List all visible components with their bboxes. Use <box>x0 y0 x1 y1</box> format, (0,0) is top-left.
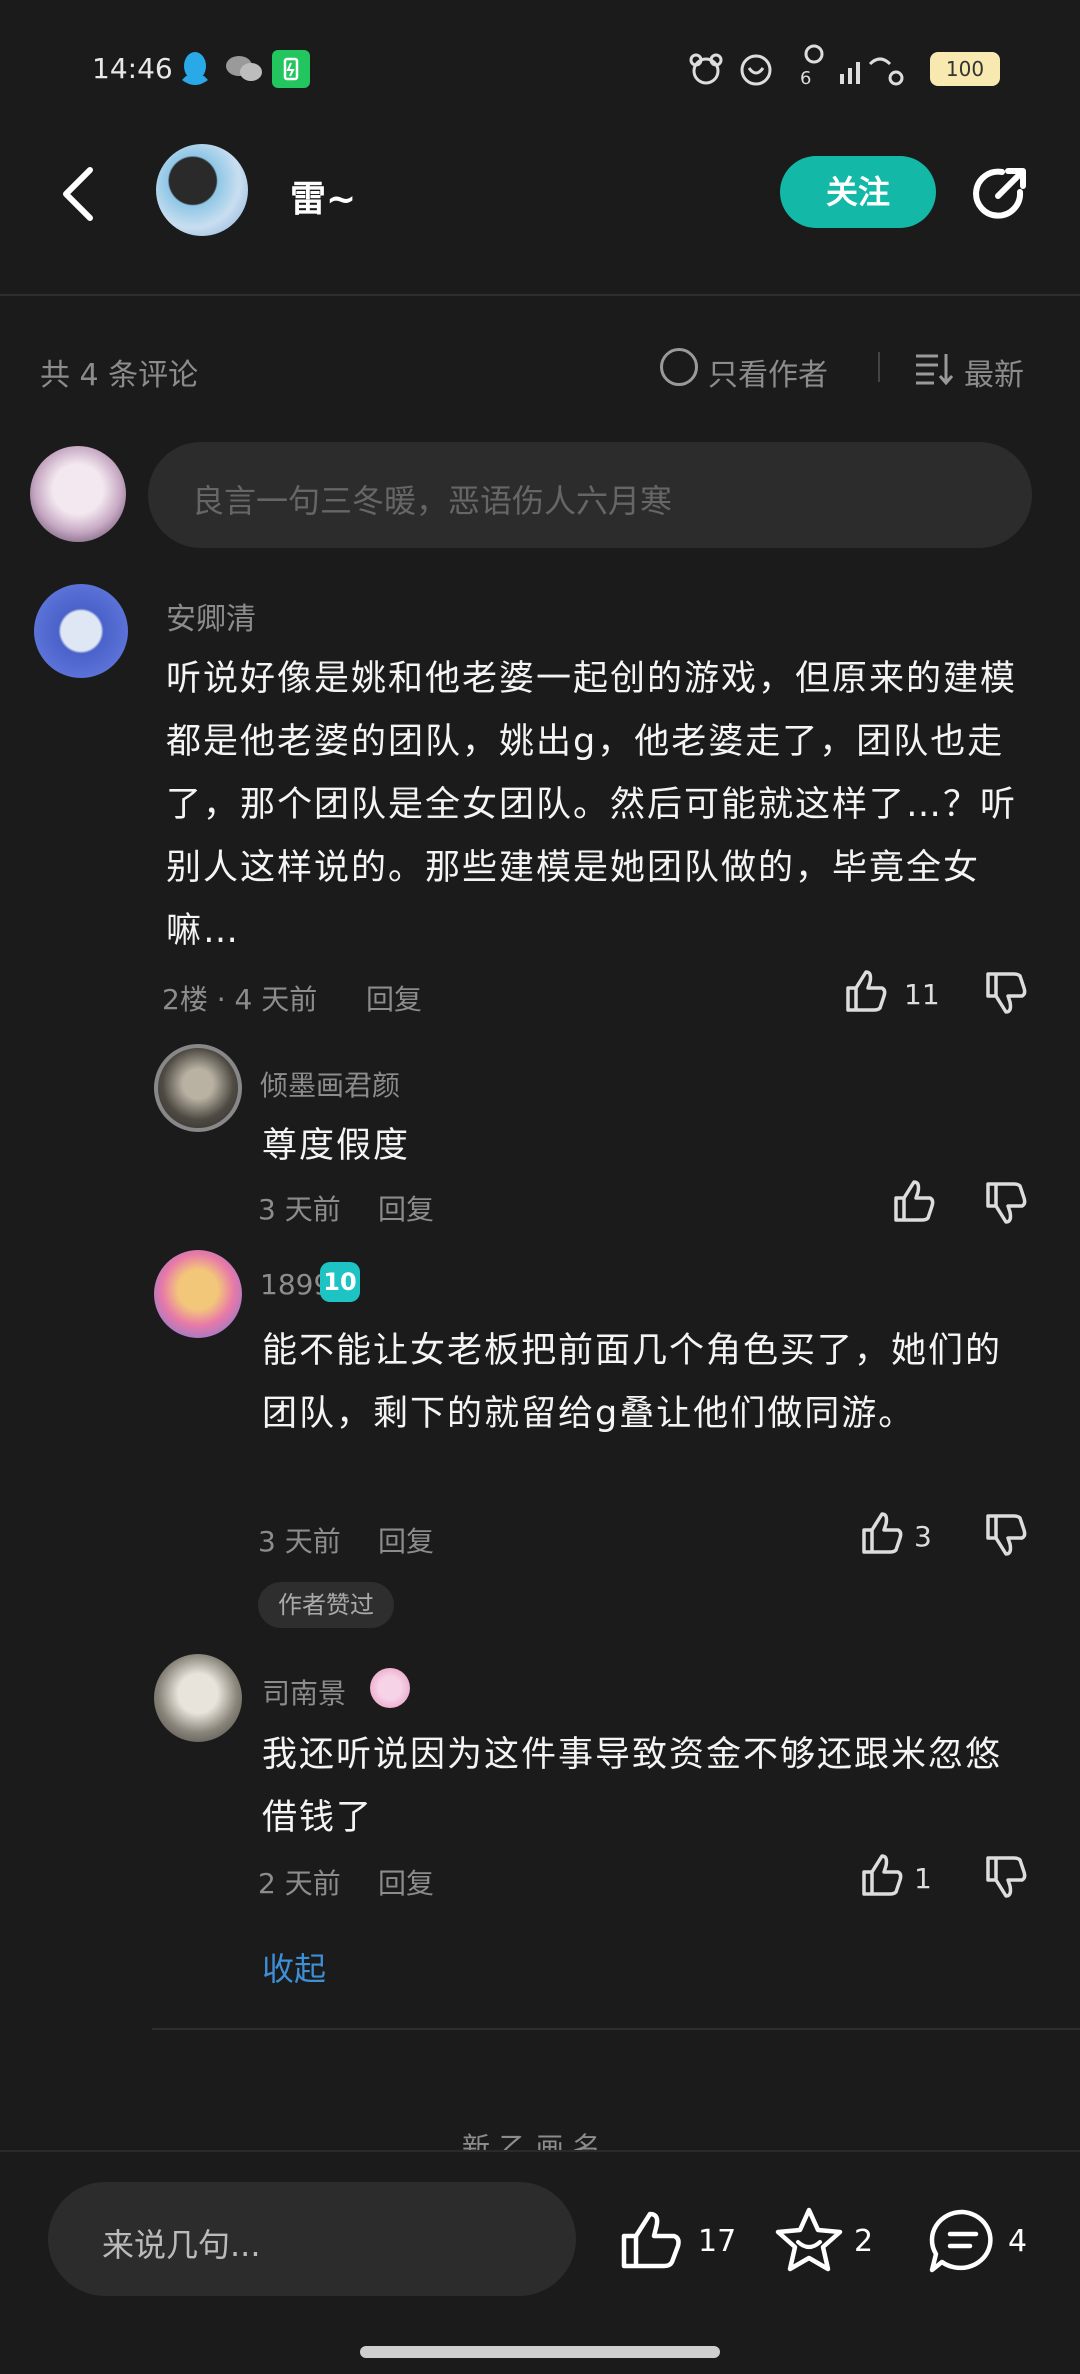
app-notification-icon-2 <box>736 50 776 88</box>
qq-icon <box>178 50 212 88</box>
comment-text: 听说好像是姚和他老婆一起创的游戏，但原来的建模都是他老婆的团队，姚出g，他老婆走… <box>166 659 1018 951</box>
reply-avatar[interactable] <box>154 1654 242 1742</box>
emoji-sticker-icon <box>370 1668 410 1708</box>
back-icon[interactable] <box>56 162 100 226</box>
follow-button[interactable]: 关注 <box>780 156 936 228</box>
radio-circle-icon <box>660 348 698 386</box>
sort-label: 最新 <box>964 358 1024 393</box>
battery-icon: 100 <box>930 52 1000 86</box>
battery-app-icon <box>272 50 310 88</box>
level-badge: 10 <box>320 1262 360 1302</box>
reply-input-placeholder: 来说几句... <box>102 2226 261 2264</box>
commenter-name[interactable]: 安卿清 <box>166 594 256 638</box>
reply-reply-button[interactable]: 回复 <box>378 1520 434 1560</box>
reply-author-name[interactable]: 倾墨画君颜 <box>260 1064 400 1104</box>
header-divider <box>0 294 1080 296</box>
collapse-replies-link[interactable]: 收起 <box>262 1944 326 1990</box>
share-icon[interactable] <box>968 162 1032 226</box>
signal-icons: 6 <box>800 44 910 90</box>
header: 雷~ 关注 <box>0 140 1080 296</box>
thumbs-up-icon[interactable] <box>888 1176 938 1226</box>
author-only-toggle[interactable]: 只看作者 <box>660 348 850 393</box>
comment-count-badge: 4 <box>1008 2224 1028 2259</box>
commenter-avatar[interactable] <box>34 584 128 678</box>
post-like-count: 17 <box>698 2224 737 2259</box>
reply-like-count: 1 <box>914 1862 932 1895</box>
thumbs-down-icon[interactable] <box>980 968 1030 1018</box>
sort-button[interactable]: 最新 <box>914 348 1054 393</box>
favorite-icon[interactable] <box>774 2206 844 2274</box>
comment-icon[interactable] <box>928 2208 998 2274</box>
reply-avatar[interactable] <box>154 1250 242 1338</box>
thumbs-down-icon[interactable] <box>980 1510 1030 1560</box>
comment-count: 共 4 条评论 <box>40 358 199 393</box>
author-name[interactable]: 雷~ <box>290 170 356 222</box>
comment-meta: 2楼 · 4 天前 <box>162 983 318 1016</box>
thumbs-down-icon[interactable] <box>980 1178 1030 1228</box>
reply-reply-button[interactable]: 回复 <box>378 1188 434 1228</box>
my-avatar <box>30 446 126 542</box>
thumbs-up-icon[interactable] <box>856 1508 906 1558</box>
reply-time: 2 天前 <box>258 1867 341 1900</box>
reply-time: 3 天前 <box>258 1193 341 1226</box>
svg-text:6: 6 <box>800 68 811 89</box>
thumbs-up-icon[interactable] <box>840 966 890 1016</box>
author-only-label: 只看作者 <box>708 358 828 393</box>
home-indicator <box>360 2346 720 2358</box>
sort-icon <box>914 352 954 386</box>
filter-bar: 共 4 条评论 只看作者 最新 <box>0 330 1080 402</box>
comment-reply-button[interactable]: 回复 <box>366 978 422 1018</box>
comment-composer[interactable]: 良言一句三冬暖，恶语伤人六月寒 <box>148 442 1032 548</box>
like-post-icon[interactable] <box>618 2210 684 2272</box>
reply-avatar[interactable] <box>154 1044 242 1132</box>
wechat-icon <box>224 54 264 84</box>
bottom-bar: 来说几句... 17 2 4 <box>0 2150 1080 2374</box>
composer-placeholder: 良言一句三冬暖，恶语伤人六月寒 <box>192 482 673 520</box>
favorite-count: 2 <box>854 2224 874 2259</box>
reply-time: 3 天前 <box>258 1525 341 1558</box>
thumbs-up-icon[interactable] <box>856 1850 906 1900</box>
app-notification-icon-1 <box>686 50 726 88</box>
filter-separator <box>878 352 880 382</box>
reply-text: 尊度假度 <box>262 1126 411 1166</box>
author-liked-badge: 作者赞过 <box>258 1582 394 1628</box>
thread-divider <box>152 2028 1080 2030</box>
author-avatar[interactable] <box>156 144 248 236</box>
reply-author-name[interactable]: 司南景 <box>262 1672 346 1712</box>
next-item-cutoff-text: 新 乙 画 名 <box>462 2131 601 2152</box>
reply-like-count: 3 <box>914 1520 932 1553</box>
status-bar: 14:46 6 100 <box>0 0 1080 140</box>
reply-text: 我还听说因为这件事导致资金不够还跟米忽悠借钱了 <box>262 1735 1003 1838</box>
reply-text: 能不能让女老板把前面几个角色买了，她们的团队，剩下的就留给g叠让他们做同游。 <box>262 1331 1003 1434</box>
reply-reply-button[interactable]: 回复 <box>378 1862 434 1902</box>
thumbs-down-icon[interactable] <box>980 1852 1030 1902</box>
status-time: 14:46 <box>92 52 173 85</box>
reply-input[interactable]: 来说几句... <box>48 2182 576 2296</box>
comment-like-count: 11 <box>904 978 940 1011</box>
